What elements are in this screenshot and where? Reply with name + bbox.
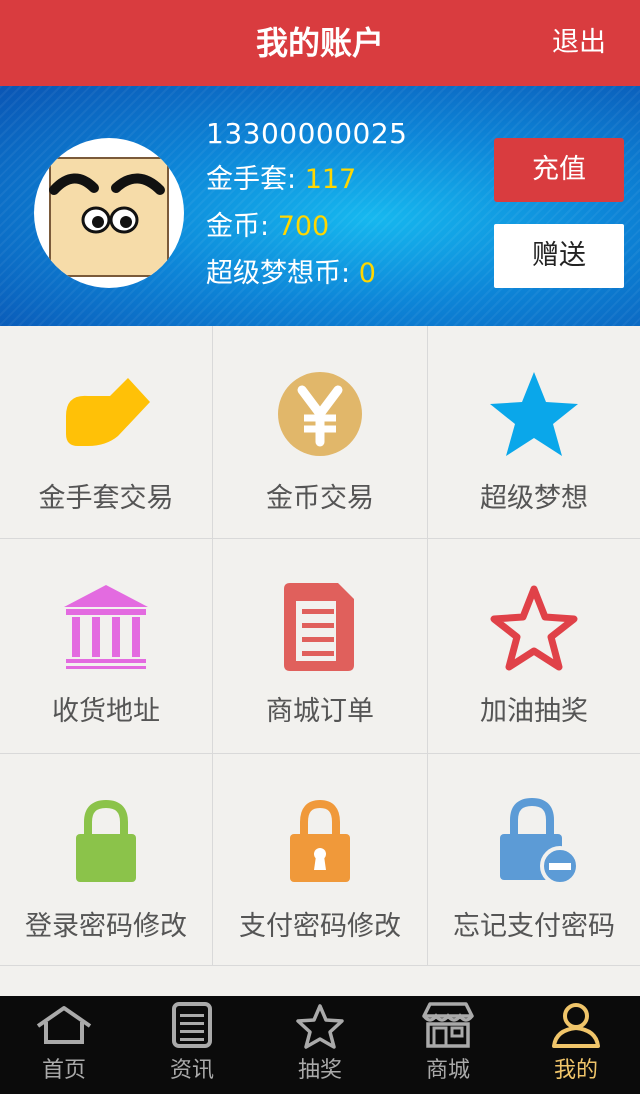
tab-label: 商城	[425, 1058, 470, 1083]
function-grid: 金手套交易 金币交易 超级梦想 收货地址 商城订单 加油抽奖 登录密码修改 支付…	[0, 326, 640, 966]
coin-label: 金币:	[206, 211, 270, 242]
grid-item-label: 登录密码修改	[25, 911, 187, 942]
user-icon	[552, 1003, 600, 1048]
grid-item-label: 支付密码修改	[239, 911, 401, 942]
yen-coin-icon	[278, 372, 362, 456]
grid-item-label: 收货地址	[52, 696, 160, 727]
glove-trade-item[interactable]: 金手套交易	[0, 326, 213, 539]
logout-button[interactable]: 退出	[552, 0, 606, 86]
star-filled-icon	[490, 372, 578, 456]
fuel-lottery-item[interactable]: 加油抽奖	[428, 539, 640, 754]
user-info: 13300000025 金手套: 117 金币: 700 超级梦想币: 0	[206, 112, 407, 297]
bottom-tab-bar: 首页 资讯 抽奖 商城 我的	[0, 996, 640, 1094]
top-bar: 我的账户 退出	[0, 0, 640, 86]
news-icon	[172, 1002, 212, 1048]
forgot-pay-password-item[interactable]: 忘记支付密码	[428, 754, 640, 966]
tab-shop[interactable]: 商城	[384, 996, 512, 1094]
grid-item-label: 加油抽奖	[480, 696, 588, 727]
grid-item-label: 超级梦想	[480, 483, 588, 514]
lock-minus-icon	[500, 797, 580, 886]
tab-lottery[interactable]: 抽奖	[256, 996, 384, 1094]
login-password-item[interactable]: 登录密码修改	[0, 754, 213, 966]
avatar[interactable]	[34, 138, 184, 288]
grid-item-label: 商城订单	[266, 696, 374, 727]
tab-mine[interactable]: 我的	[512, 996, 640, 1094]
super-dream-item[interactable]: 超级梦想	[428, 326, 640, 539]
coin-value: 700	[277, 211, 330, 242]
tab-home[interactable]: 首页	[0, 996, 128, 1094]
home-icon	[36, 1006, 92, 1044]
page-title: 我的账户	[255, 24, 384, 62]
mall-order-item[interactable]: 商城订单	[213, 539, 428, 754]
glove-label: 金手套:	[206, 164, 297, 195]
grid-item-label: 金手套交易	[38, 483, 174, 514]
bank-building-icon	[64, 585, 148, 669]
tab-label: 抽奖	[297, 1058, 342, 1083]
dream-coin-balance: 超级梦想币: 0	[206, 250, 407, 297]
profile-panel: 13300000025 金手套: 117 金币: 700 超级梦想币: 0 充值…	[0, 86, 640, 326]
recharge-button[interactable]: 充值	[494, 138, 624, 202]
glove-balance: 金手套: 117	[206, 156, 407, 203]
shipping-address-item[interactable]: 收货地址	[0, 539, 213, 754]
dream-coin-label: 超级梦想币:	[206, 258, 351, 289]
star-outline-icon	[490, 585, 578, 671]
glove-icon	[66, 378, 150, 446]
pay-password-item[interactable]: 支付密码修改	[213, 754, 428, 966]
lock-green-icon	[76, 799, 136, 882]
star-icon	[296, 1004, 344, 1049]
coin-trade-item[interactable]: 金币交易	[213, 326, 428, 539]
dream-coin-value: 0	[358, 258, 376, 289]
coin-balance: 金币: 700	[206, 203, 407, 250]
tab-label: 资讯	[169, 1058, 214, 1083]
tab-label: 我的	[553, 1058, 598, 1083]
shop-icon	[422, 1002, 474, 1048]
tab-news[interactable]: 资讯	[128, 996, 256, 1094]
phone-number: 13300000025	[206, 117, 408, 150]
grid-item-label: 金币交易	[266, 483, 374, 514]
gift-button[interactable]: 赠送	[494, 224, 624, 288]
document-icon	[284, 583, 354, 671]
lock-keyhole-icon	[290, 799, 350, 882]
grid-item-label: 忘记支付密码	[453, 911, 615, 942]
tab-label: 首页	[41, 1058, 86, 1083]
glove-value: 117	[304, 164, 357, 195]
